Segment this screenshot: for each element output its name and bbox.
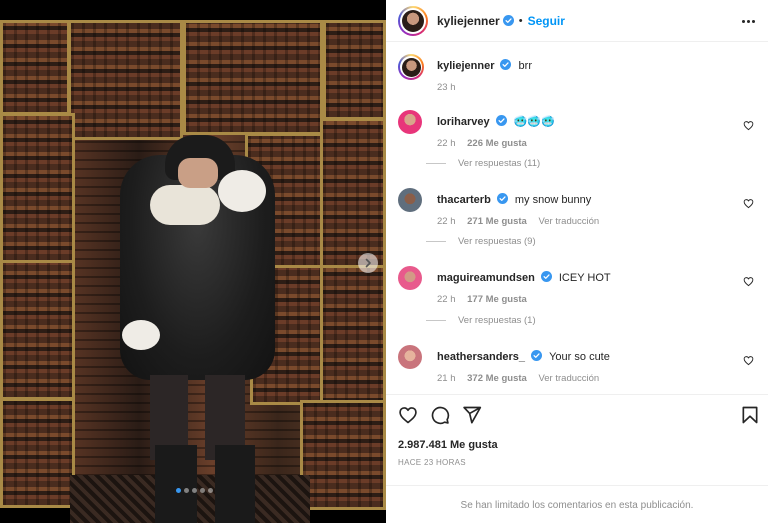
comment-username[interactable]: thacarterb xyxy=(437,194,491,206)
chevron-right-icon xyxy=(365,258,371,268)
verified-badge-icon xyxy=(496,193,508,204)
comment-icon[interactable] xyxy=(430,405,450,425)
post-header: kyliejenner • Seguir xyxy=(386,0,768,42)
translate-link[interactable]: Ver traducción xyxy=(538,373,599,384)
heart-icon[interactable] xyxy=(398,405,418,425)
comment-time: 21 h xyxy=(437,373,456,384)
comment-likes[interactable]: 226 Me gusta xyxy=(467,138,527,149)
comments-list[interactable]: kyliejenner brr 23 h loriharvey 🥶🥶🥶 22 h… xyxy=(386,42,768,394)
post-sidebar: kyliejenner • Seguir kyliejenner brr 23 … xyxy=(386,0,768,523)
verified-badge-icon xyxy=(502,15,514,26)
carousel-dot xyxy=(184,488,189,493)
commenter-avatar[interactable] xyxy=(398,188,422,212)
comment-heart-icon[interactable] xyxy=(743,198,754,209)
person-face xyxy=(178,158,218,188)
view-replies-label[interactable]: Ver respuestas (1) xyxy=(458,315,536,326)
view-replies[interactable]: Ver respuestas (1) xyxy=(426,315,536,326)
carousel-next-button[interactable] xyxy=(358,253,378,273)
comment-likes[interactable]: 271 Me gusta xyxy=(467,216,527,227)
author-username[interactable]: kyliejenner xyxy=(437,14,500,28)
verified-badge-icon xyxy=(500,59,512,70)
separator-dot: • xyxy=(518,14,523,27)
wall-panel xyxy=(0,398,75,508)
comment-time: 22 h xyxy=(437,138,456,149)
commenter-avatar[interactable] xyxy=(398,266,422,290)
person-boots xyxy=(155,445,255,523)
comment-likes[interactable]: 177 Me gusta xyxy=(467,294,527,305)
comment-heart-icon[interactable] xyxy=(743,355,754,366)
author-avatar[interactable] xyxy=(398,5,428,36)
comment-time: 22 h xyxy=(437,216,456,227)
verified-badge-icon xyxy=(540,271,552,282)
wall-panel xyxy=(0,113,75,263)
comment-text: 🥶🥶🥶 xyxy=(513,116,555,128)
translate-link[interactable]: Ver traducción xyxy=(538,216,599,227)
comment-text: ICEY HOT xyxy=(558,272,611,284)
post-actions: 2.987.481 Me gusta HACE 23 HORAS Se han … xyxy=(386,394,768,523)
wall-panel xyxy=(320,265,386,415)
carousel-dot xyxy=(192,488,197,493)
more-options-icon[interactable] xyxy=(742,14,756,28)
verified-badge-icon xyxy=(531,350,543,361)
caption-text: brr xyxy=(518,60,532,72)
post-time: HACE 23 HORAS xyxy=(398,458,466,467)
wall-panel xyxy=(0,20,70,115)
likes-count[interactable]: 2.987.481 Me gusta xyxy=(398,439,498,451)
comment-text: Your so cute xyxy=(549,351,610,363)
post-image[interactable] xyxy=(0,20,386,523)
comment-heart-icon[interactable] xyxy=(743,276,754,287)
post-photo[interactable] xyxy=(0,0,386,523)
person-cuff xyxy=(122,320,160,350)
commenter-avatar[interactable] xyxy=(398,345,422,369)
follow-button[interactable]: Seguir xyxy=(528,14,565,28)
comment-text: my snow bunny xyxy=(514,194,592,206)
carousel-dots xyxy=(176,488,213,493)
view-replies-label[interactable]: Ver respuestas (11) xyxy=(458,158,540,169)
view-replies[interactable]: Ver respuestas (9) xyxy=(426,236,536,247)
carousel-dot xyxy=(208,488,213,493)
view-replies[interactable]: Ver respuestas (11) xyxy=(426,158,540,169)
commenter-avatar[interactable] xyxy=(398,110,422,134)
person-glove xyxy=(218,170,266,212)
carousel-dot xyxy=(176,488,181,493)
carousel-dot xyxy=(200,488,205,493)
view-replies-label[interactable]: Ver respuestas (9) xyxy=(458,236,536,247)
caption-username[interactable]: kyliejenner xyxy=(437,60,494,72)
wall-panel xyxy=(68,20,183,140)
wall-panel xyxy=(0,260,75,400)
share-icon[interactable] xyxy=(462,405,482,425)
person-collar xyxy=(150,185,220,225)
wall-panel xyxy=(300,400,386,510)
comment-username[interactable]: loriharvey xyxy=(437,116,490,128)
caption-time: 23 h xyxy=(437,82,456,93)
bookmark-icon[interactable] xyxy=(740,405,760,425)
wall-panel xyxy=(183,20,323,135)
verified-badge-icon xyxy=(495,115,507,126)
comments-limited-notice: Se han limitado los comentarios en esta … xyxy=(386,485,768,523)
comment-username[interactable]: heathersanders_ xyxy=(437,351,525,363)
comment-time: 22 h xyxy=(437,294,456,305)
comment-heart-icon[interactable] xyxy=(743,120,754,131)
wall-panel xyxy=(320,118,386,268)
comment-likes[interactable]: 372 Me gusta xyxy=(467,373,527,384)
wall-panel xyxy=(323,20,386,120)
caption-author-avatar[interactable] xyxy=(398,54,424,80)
comment-username[interactable]: maguireamundsen xyxy=(437,272,535,284)
